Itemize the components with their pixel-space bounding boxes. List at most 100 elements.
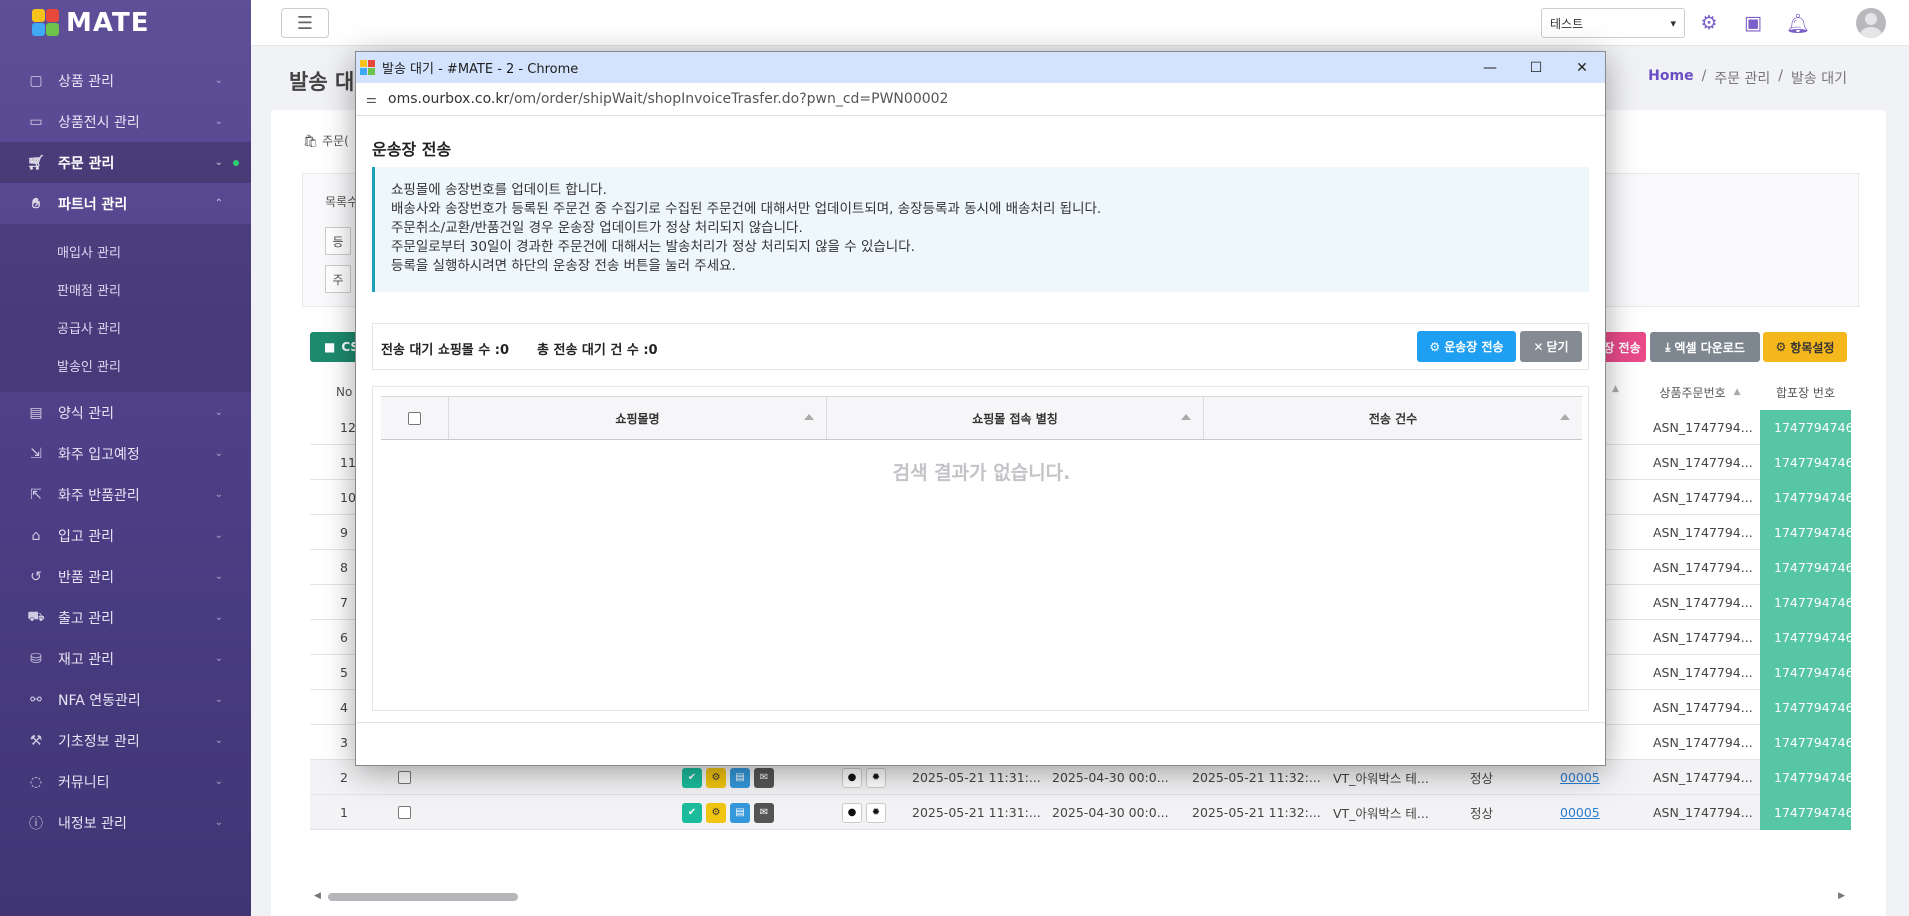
gear-icon[interactable]: ⚙ bbox=[706, 767, 726, 788]
tenant-select-value: 테스트 bbox=[1550, 16, 1584, 31]
sidebar-item-my-info[interactable]: ⓘ 내정보 관리 ⌄ bbox=[0, 802, 251, 843]
sidebar-item-outbound[interactable]: ⛟ 출고 관리 ⌄ bbox=[0, 597, 251, 638]
row-checkbox[interactable] bbox=[398, 771, 411, 784]
wrench-icon: ⚒ bbox=[29, 732, 43, 749]
scroll-right-icon[interactable]: ▶ bbox=[1838, 891, 1845, 901]
sidebar-item-product[interactable]: ▢ 상품 관리 ⌄ bbox=[0, 60, 251, 101]
sidebar-subitem-purchaser[interactable]: 매입사 관리 bbox=[0, 232, 251, 270]
window-titlebar[interactable]: 발송 대기 - #MATE - 2 - Chrome — ☐ ✕ bbox=[356, 52, 1605, 83]
sidebar-item-form[interactable]: ▤ 양식 관리 ⌄ bbox=[0, 392, 251, 433]
sidebar-item-label: 출고 관리 bbox=[58, 610, 114, 627]
cell-combined-no: 17477947462 bbox=[1760, 515, 1851, 550]
minimize-icon[interactable]: — bbox=[1467, 52, 1513, 83]
avatar[interactable] bbox=[1856, 8, 1886, 38]
stock-icon: ⛁ bbox=[30, 650, 42, 667]
inbound-icon: ⇲ bbox=[30, 445, 42, 462]
sidebar-item-label: 상품전시 관리 bbox=[58, 114, 140, 131]
cell-combined-no: 17477947462 bbox=[1760, 655, 1851, 690]
sidebar-item-return[interactable]: ↺ 반품 관리 ⌄ bbox=[0, 556, 251, 597]
sort-icon bbox=[804, 414, 814, 420]
sidebar-item-owner-inbound[interactable]: ⇲ 화주 입고예정 ⌄ bbox=[0, 433, 251, 474]
column-shop-name[interactable]: 쇼핑몰명 bbox=[449, 397, 827, 439]
comment-icon[interactable]: ● bbox=[842, 767, 862, 788]
column-settings-button[interactable]: ⚙ 항목설정 bbox=[1763, 332, 1847, 362]
download-icon: ⤓ bbox=[1665, 339, 1671, 354]
bell-icon[interactable]: 🔔︎ bbox=[1786, 11, 1810, 35]
filter-button-1[interactable]: 등 bbox=[325, 227, 351, 255]
excel-download-label: 엑셀 다운로드 bbox=[1674, 340, 1745, 355]
chevron-down-icon: ▾ bbox=[1670, 16, 1676, 30]
scroll-left-icon[interactable]: ◀ bbox=[314, 891, 321, 901]
gear-icon[interactable]: ⚙ bbox=[1697, 11, 1721, 35]
sidebar-item-order[interactable]: 🛒︎ 주문 관리 ⌄ bbox=[0, 142, 251, 183]
logo-text: MATE bbox=[66, 8, 150, 38]
table-row[interactable]: 1 ✔ ⚙ ▤ ✉ ● ✹ 2025-05-21 11:31:... 2025-04-30 00… bbox=[310, 795, 1851, 830]
sidebar-item-label: 입고 관리 bbox=[58, 528, 114, 545]
maximize-icon[interactable]: ☐ bbox=[1513, 52, 1559, 83]
excel-download-button[interactable]: ⤓ 엑셀 다운로드 bbox=[1650, 332, 1760, 362]
sidebar-item-nfa[interactable]: ⚯ NFA 연동관리 ⌄ bbox=[0, 679, 251, 720]
sidebar-item-label: 기초정보 관리 bbox=[58, 733, 140, 750]
cell-no: 5 bbox=[340, 665, 348, 680]
cell-product-order-no: ASN_1747794... bbox=[1653, 455, 1753, 470]
column-send-count[interactable]: 전송 건수 bbox=[1204, 397, 1582, 439]
horizontal-scrollbar[interactable]: ◀ ▶ bbox=[312, 889, 1847, 903]
sidebar-item-partner[interactable]: ✋︎ 파트너 관리 ⌃ bbox=[0, 183, 251, 224]
chevron-down-icon: ⌄ bbox=[214, 817, 223, 828]
breadcrumb-order[interactable]: 주문 관리 bbox=[1714, 68, 1770, 88]
delivery-icon[interactable]: ▣ bbox=[1741, 11, 1765, 35]
column-shop-alias[interactable]: 쇼핑몰 접속 별칭 bbox=[827, 397, 1204, 439]
sidebar-item-label: 커뮤니티 bbox=[58, 774, 110, 791]
truck-icon: ⛟ bbox=[27, 608, 45, 625]
address-bar[interactable]: ⚌ oms.ourbox.co.kr/om/order/shipWait/sho… bbox=[356, 83, 1605, 116]
popup-footer bbox=[356, 722, 1605, 765]
logo[interactable]: MATE bbox=[0, 0, 251, 46]
invoice-send-label: 장 전송 bbox=[1603, 340, 1641, 355]
badge-icon[interactable]: ✹ bbox=[866, 767, 886, 788]
header-product-order-no[interactable]: 상품주문번호 ▲ bbox=[1654, 374, 1746, 410]
comment-icon[interactable]: ● bbox=[842, 802, 862, 823]
popup-heading: 운송장 전송 bbox=[372, 140, 452, 159]
gear-icon[interactable]: ⚙ bbox=[706, 802, 726, 823]
cell-product-order-no: ASN_1747794... bbox=[1653, 770, 1753, 785]
breadcrumb-home[interactable]: Home bbox=[1648, 68, 1693, 88]
sidebar-item-basic-info[interactable]: ⚒ 기초정보 관리 ⌄ bbox=[0, 720, 251, 761]
cell-product-order-no: ASN_1747794... bbox=[1653, 665, 1753, 680]
sidebar-item-inbound[interactable]: ⌂ 입고 관리 ⌄ bbox=[0, 515, 251, 556]
close-button[interactable]: ✕ 닫기 bbox=[1520, 331, 1582, 362]
header-no[interactable]: No bbox=[336, 374, 352, 410]
column-settings-label: 항목설정 bbox=[1790, 340, 1835, 355]
sidebar-subitem-sender[interactable]: 발송인 관리 bbox=[0, 346, 251, 384]
cell-code-link[interactable]: 00005 bbox=[1560, 795, 1600, 830]
document-icon[interactable]: ▤ bbox=[730, 767, 750, 788]
badge-icon[interactable]: ✹ bbox=[866, 802, 886, 823]
cell-combined-no: 17477947462 bbox=[1760, 550, 1851, 585]
sidebar-subitem-supplier[interactable]: 공급사 관리 bbox=[0, 308, 251, 346]
send-invoice-button[interactable]: ⚙ 운송장 전송 bbox=[1417, 331, 1516, 362]
check-icon[interactable]: ✔ bbox=[682, 802, 702, 823]
tenant-select[interactable]: 테스트 ▾ bbox=[1541, 8, 1685, 38]
logo-icon bbox=[32, 9, 60, 37]
sidebar-subitem-seller[interactable]: 판매점 관리 bbox=[0, 270, 251, 308]
check-icon[interactable]: ✔ bbox=[682, 767, 702, 788]
chat-icon[interactable]: ✉ bbox=[754, 767, 774, 788]
cs-button[interactable]: ■ CS bbox=[310, 332, 360, 362]
document-icon[interactable]: ▤ bbox=[730, 802, 750, 823]
hamburger-menu-icon[interactable]: ☰ bbox=[281, 8, 329, 38]
sidebar-item-owner-return[interactable]: ⇱ 화주 반품관리 ⌄ bbox=[0, 474, 251, 515]
header-combined-no[interactable]: 합포장 번호 bbox=[1760, 374, 1851, 410]
sidebar-item-stock[interactable]: ⛁ 재고 관리 ⌄ bbox=[0, 638, 251, 679]
filter-button-2[interactable]: 주 bbox=[325, 265, 351, 293]
row-checkbox[interactable] bbox=[398, 806, 411, 819]
scroll-thumb[interactable] bbox=[328, 893, 518, 901]
chat-icon[interactable]: ✉ bbox=[754, 802, 774, 823]
chevron-down-icon: ⌄ bbox=[214, 530, 223, 541]
sidebar-item-label: 재고 관리 bbox=[58, 651, 114, 668]
sidebar-item-community[interactable]: ◌ 커뮤니티 ⌄ bbox=[0, 761, 251, 802]
sidebar-item-product-display[interactable]: ▭ 상품전시 관리 ⌄ bbox=[0, 101, 251, 142]
tab-order[interactable]: 🛍︎ 주문( bbox=[303, 132, 349, 149]
close-icon[interactable]: ✕ bbox=[1559, 52, 1605, 83]
sort-icon: ▲ bbox=[1733, 387, 1741, 397]
site-settings-icon[interactable]: ⚌ bbox=[366, 92, 388, 106]
select-all-checkbox[interactable] bbox=[408, 411, 421, 425]
